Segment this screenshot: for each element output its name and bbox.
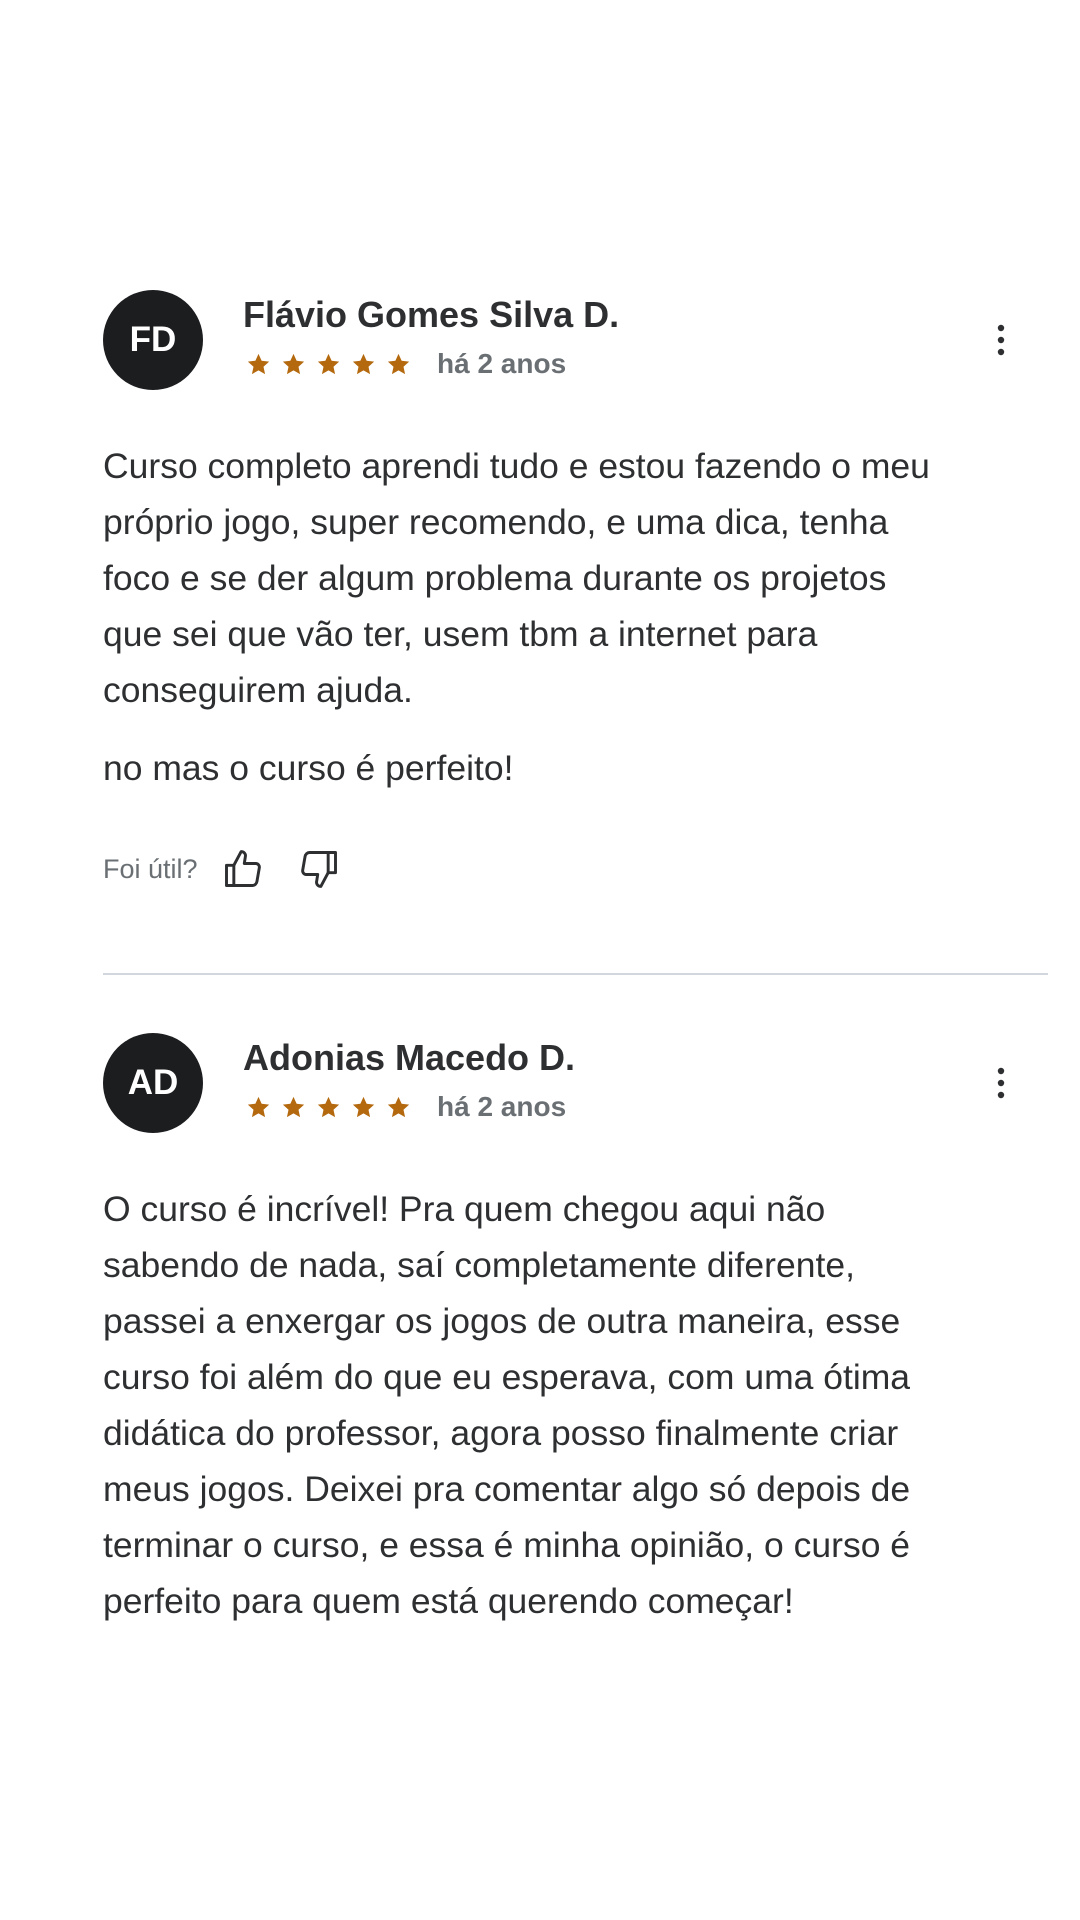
helpful-row: Foi útil? <box>103 844 1048 894</box>
review-card: FD Flávio Gomes Silva D. há 2 anos Curso… <box>103 290 1048 894</box>
review-line: próprio jogo, super recomendo, e uma dic… <box>103 502 889 542</box>
star-icon <box>282 1096 305 1117</box>
review-meta: há 2 anos <box>246 1091 566 1123</box>
review-header: AD Adonias Macedo D. há 2 anos <box>103 1033 1048 1133</box>
review-time: há 2 anos <box>437 1091 567 1122</box>
review-line: passei a enxergar os jogos de outra mane… <box>103 1301 901 1341</box>
thumbs-up-icon <box>224 850 261 887</box>
reviews-page: FD Flávio Gomes Silva D. há 2 anos Curso… <box>0 0 1080 1920</box>
avatar: AD <box>103 1033 203 1133</box>
reviewer-name: Flávio Gomes Silva D. <box>243 294 620 335</box>
review-line: que sei que vão ter, usem tbm a internet… <box>103 614 818 654</box>
review-time: há 2 anos <box>437 348 567 379</box>
more-vertical-icon <box>997 324 1005 356</box>
review-line: curso foi além do que eu esperava, com u… <box>103 1357 911 1397</box>
star-icon <box>317 1096 340 1117</box>
thumbs-up-button[interactable] <box>218 844 268 894</box>
thumbs-down-button[interactable] <box>294 844 344 894</box>
star-rating <box>246 1095 411 1120</box>
review-line: O curso é incrível! Pra quem chegou aqui… <box>103 1189 826 1229</box>
review-line: didática do professor, agora posso final… <box>103 1413 899 1453</box>
reviewer-name: Adonias Macedo D. <box>243 1037 576 1078</box>
star-icon <box>282 353 305 374</box>
more-vertical-icon <box>997 1067 1005 1099</box>
more-options-button[interactable] <box>983 1057 1019 1109</box>
review-line: foco e se der algum problema durante os … <box>103 558 887 598</box>
review-header: FD Flávio Gomes Silva D. há 2 anos <box>103 290 1048 390</box>
review-card: AD Adonias Macedo D. há 2 anos O curso é… <box>103 1033 1048 1629</box>
review-text: O curso é incrível! Pra quem chegou aqui… <box>103 1181 1048 1629</box>
review-line: meus jogos. Deixei pra comentar algo só … <box>103 1469 911 1509</box>
review-line: sabendo de nada, saí completamente difer… <box>103 1245 855 1285</box>
divider <box>103 973 1048 975</box>
star-rating <box>246 352 411 377</box>
review-line: conseguirem ajuda. <box>103 670 413 710</box>
review-line: terminar o curso, e essa é minha opinião… <box>103 1525 911 1565</box>
star-icon <box>247 1096 270 1117</box>
review-line: perfeito para quem está querendo começar… <box>103 1581 794 1621</box>
review-line: Curso completo aprendi tudo e estou faze… <box>103 446 930 486</box>
helpful-label: Foi útil? <box>103 853 198 884</box>
star-icon <box>387 1096 410 1117</box>
thumbs-down-icon <box>300 851 337 888</box>
star-icon <box>352 353 375 374</box>
star-icon <box>247 353 270 374</box>
more-options-button[interactable] <box>983 314 1019 366</box>
review-text: Curso completo aprendi tudo e estou faze… <box>103 438 1048 796</box>
review-line: no mas o curso é perfeito! <box>103 748 514 788</box>
review-meta: há 2 anos <box>246 348 566 380</box>
star-icon <box>352 1096 375 1117</box>
star-icon <box>317 353 340 374</box>
avatar: FD <box>103 290 203 390</box>
star-icon <box>387 353 410 374</box>
